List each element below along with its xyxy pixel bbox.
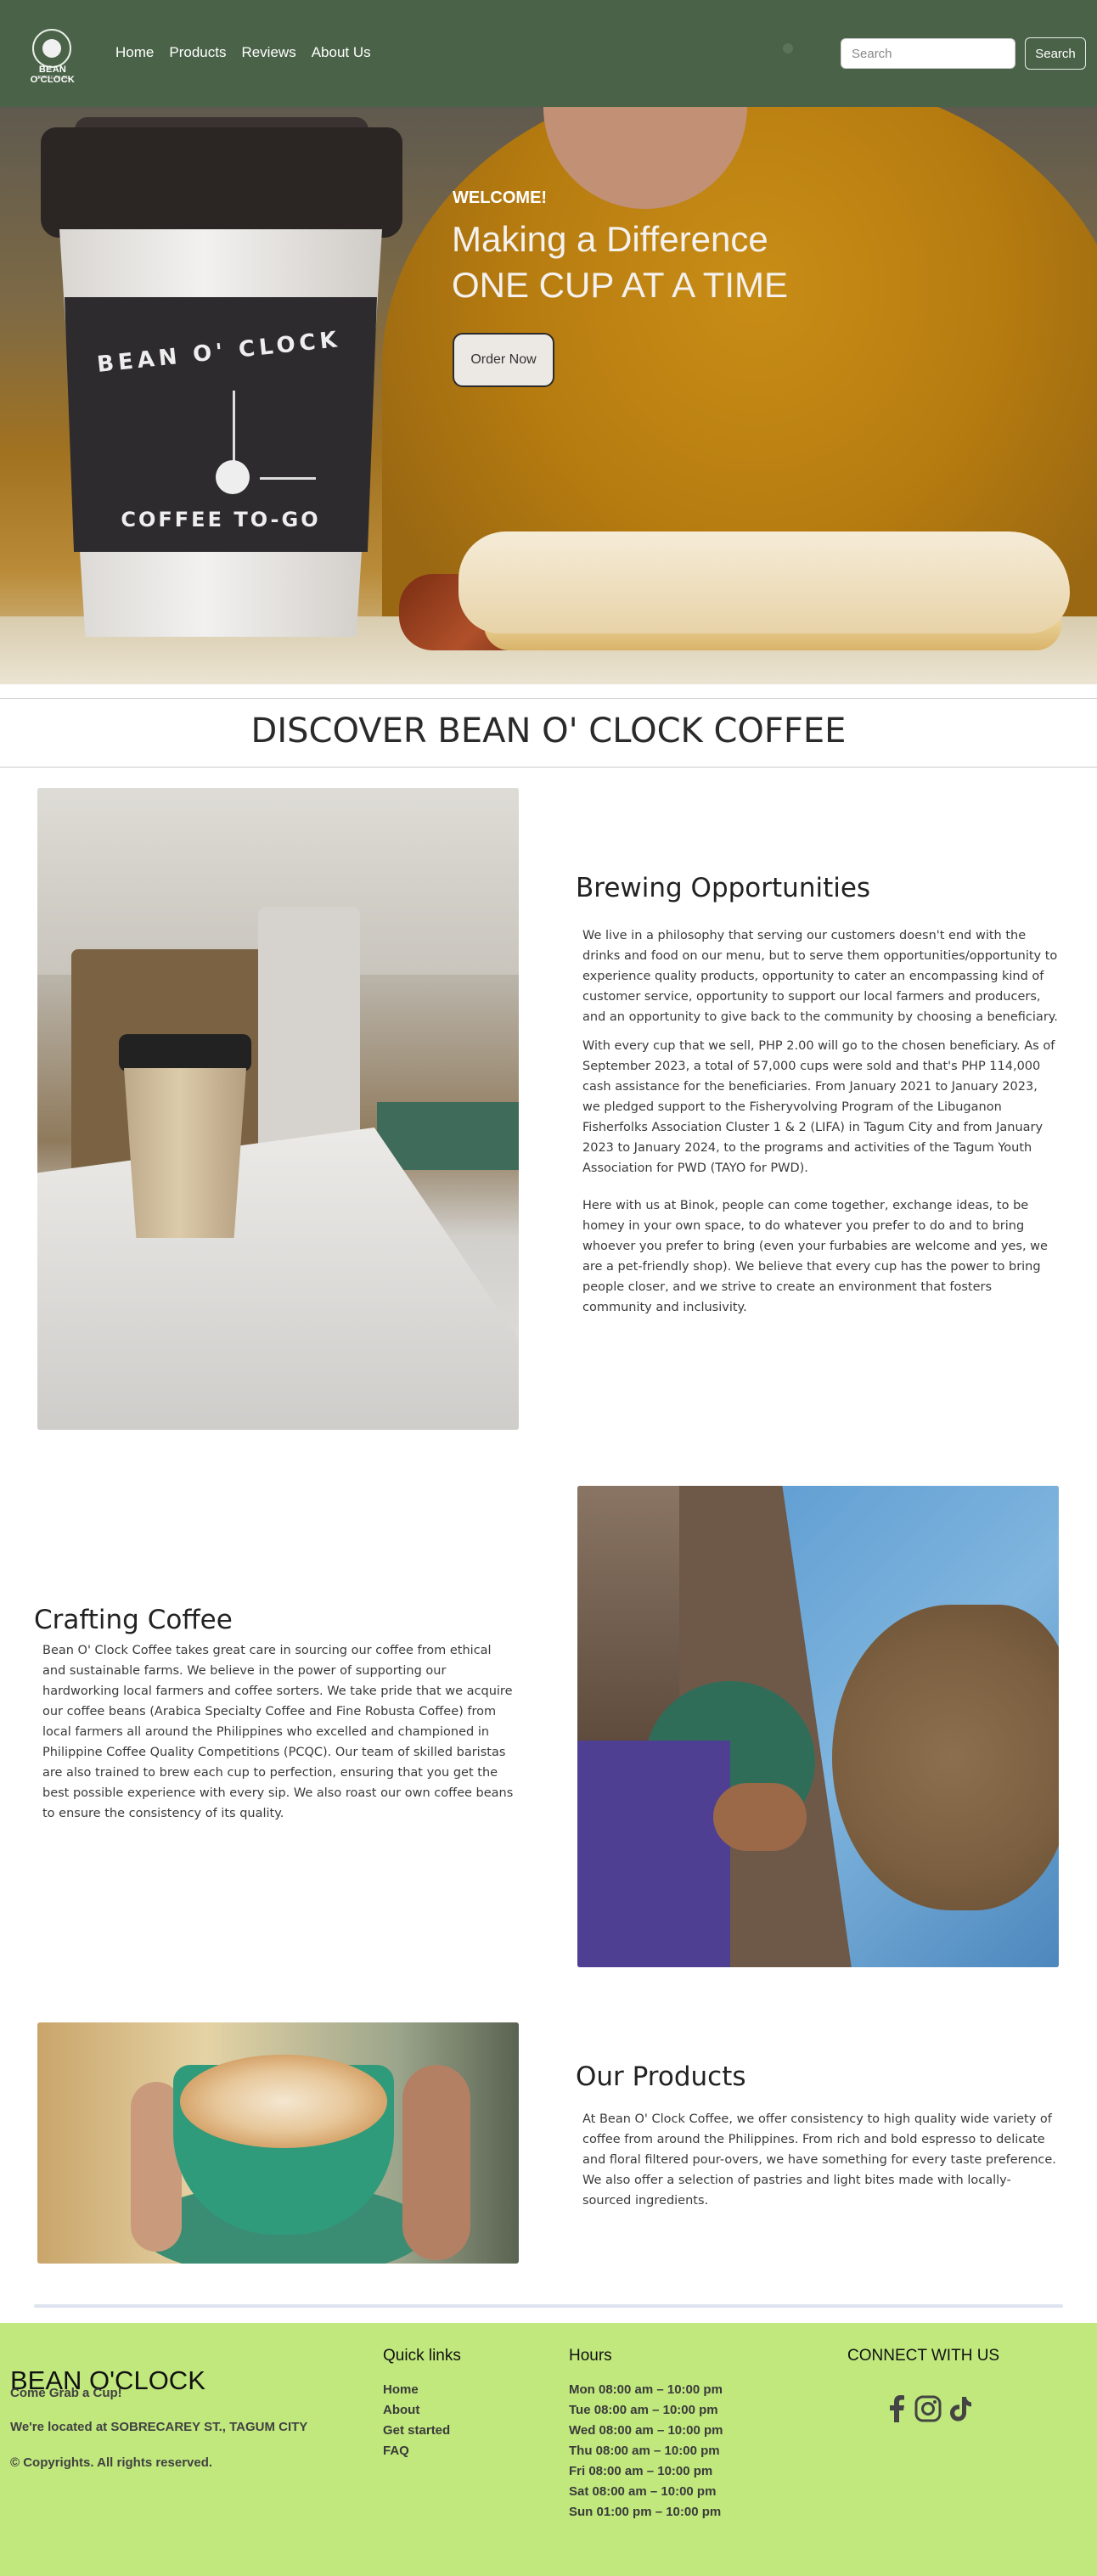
hero-sandwich bbox=[399, 515, 1097, 676]
hero-subheadline: ONE CUP AT A TIME bbox=[452, 265, 789, 305]
nav-link-reviews[interactable]: Reviews bbox=[241, 44, 295, 61]
brewing-paragraph-3: Here with us at Binok, people can come t… bbox=[582, 1199, 1048, 1314]
cafe-tabletop bbox=[37, 1128, 519, 1430]
nav-dot-icon bbox=[783, 43, 793, 53]
clock-hand-icon bbox=[233, 391, 235, 467]
hero-coffee-cup: BEAN O' CLOCK COFFEE TO-GO bbox=[41, 117, 402, 654]
facebook-icon[interactable] bbox=[883, 2394, 912, 2423]
cafe-coffee-image bbox=[37, 788, 519, 1430]
hours-row: Tue 08:00 am – 10:00 pm bbox=[569, 2403, 718, 2417]
coffee-bean-icon bbox=[216, 460, 250, 494]
brewing-title: Brewing Opportunities bbox=[576, 873, 871, 903]
latte-hand-right bbox=[402, 2065, 470, 2260]
hero-welcome: WELCOME! bbox=[453, 188, 548, 207]
footer-location: We're located at SOBRECAREY ST., TAGUM C… bbox=[10, 2420, 308, 2434]
crafting-paragraph: Bean O' Clock Coffee takes great care in… bbox=[42, 1644, 514, 1820]
tiktok-icon[interactable] bbox=[946, 2394, 975, 2423]
hours-row: Mon 08:00 am – 10:00 pm bbox=[569, 2382, 723, 2397]
nav-link-about-us[interactable]: About Us bbox=[312, 44, 371, 61]
sorter-arm bbox=[577, 1741, 730, 1967]
logo-brand-text: BEAN O'CLOCK bbox=[30, 65, 76, 85]
hours-row: Sun 01:00 pm – 10:00 pm bbox=[569, 2505, 722, 2519]
order-now-button[interactable]: Order Now bbox=[453, 333, 554, 387]
brewing-paragraph-1: We live in a philosophy that serving our… bbox=[582, 929, 1058, 1024]
discover-title: DISCOVER BEAN O' CLOCK COFFEE bbox=[250, 711, 847, 751]
products-title: Our Products bbox=[576, 2061, 746, 2092]
cup-lid bbox=[41, 127, 402, 238]
crafting-title: Crafting Coffee bbox=[34, 1605, 233, 1635]
brand-logo[interactable]: BEAN O'CLOCK COFFEE TO-GO bbox=[20, 25, 85, 85]
hero-banner: BEAN O' CLOCK COFFEE TO-GO bbox=[0, 107, 1097, 684]
cafe-cup-body bbox=[124, 1068, 246, 1238]
sorter-hand bbox=[713, 1783, 807, 1851]
hours-row: Fri 08:00 am – 10:00 pm bbox=[569, 2464, 713, 2478]
coffee-beans-image bbox=[577, 1486, 1059, 1967]
products-paragraph: At Bean O' Clock Coffee, we offer consis… bbox=[582, 2112, 1056, 2208]
cup-sleeve-sub: COFFEE TO-GO bbox=[121, 508, 321, 532]
footer-quick-links-title: Quick links bbox=[383, 2347, 461, 2365]
clock-hand-icon bbox=[260, 477, 316, 480]
coffee-bean-icon bbox=[42, 39, 61, 58]
hours-row: Thu 08:00 am – 10:00 pm bbox=[569, 2444, 720, 2458]
instagram-icon[interactable] bbox=[914, 2394, 942, 2423]
hours-row: Wed 08:00 am – 10:00 pm bbox=[569, 2423, 723, 2438]
cafe-green-seat bbox=[377, 1102, 519, 1170]
latte-image bbox=[37, 2022, 519, 2264]
hours-row: Sat 08:00 am – 10:00 pm bbox=[569, 2484, 717, 2499]
footer-connect-title: CONNECT WITH US bbox=[847, 2347, 1000, 2365]
section-divider bbox=[34, 2304, 1063, 2308]
footer-hours-title: Hours bbox=[569, 2347, 612, 2365]
sandwich-bread bbox=[458, 532, 1070, 633]
cafe-cup bbox=[119, 1034, 251, 1238]
footer-link-faq[interactable]: FAQ bbox=[383, 2444, 409, 2458]
footer-copyright: © Copyrights. All rights reserved. bbox=[10, 2455, 213, 2470]
cafe-booth-back bbox=[258, 907, 360, 1161]
brewing-paragraph-2: With every cup that we sell, PHP 2.00 wi… bbox=[582, 1039, 1055, 1175]
nav-link-home[interactable]: Home bbox=[115, 44, 154, 61]
footer-tagline: Come Grab a Cup! bbox=[10, 2386, 122, 2400]
latte-art bbox=[180, 2055, 387, 2148]
footer-link-about[interactable]: About bbox=[383, 2403, 419, 2417]
footer-link-home[interactable]: Home bbox=[383, 2382, 419, 2397]
nav-links: Home Products Reviews About Us bbox=[115, 44, 386, 61]
beans-pile bbox=[832, 1605, 1059, 1910]
logo-sub-text: COFFEE TO-GO bbox=[37, 76, 69, 81]
hero-headline: Making a Difference bbox=[452, 219, 768, 259]
footer-link-get-started[interactable]: Get started bbox=[383, 2423, 450, 2438]
cafe-cup-lid bbox=[119, 1034, 251, 1071]
beans-bucket bbox=[577, 1486, 679, 1741]
search-button[interactable]: Search bbox=[1025, 37, 1086, 70]
nav-link-products[interactable]: Products bbox=[169, 44, 226, 61]
search-input[interactable] bbox=[841, 38, 1015, 69]
